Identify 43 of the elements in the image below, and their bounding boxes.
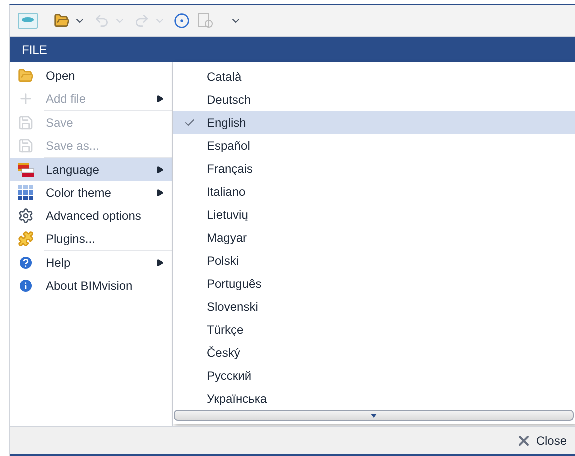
submenu-item[interactable]: Türkçe [173, 318, 575, 341]
save-icon [18, 114, 34, 130]
redo-icon[interactable] [134, 12, 150, 28]
submenu-item[interactable]: Italiano [173, 180, 575, 203]
menu-item[interactable]: Plugins... [10, 227, 172, 250]
submenu-item[interactable]: Português [173, 272, 575, 295]
submenu-item[interactable]: Українська [173, 387, 575, 410]
submenu-item[interactable]: Русский [173, 364, 575, 387]
flag-icon [18, 162, 34, 178]
down-arrow-icon [371, 414, 377, 418]
plus-icon [18, 90, 34, 106]
submenu-item[interactable]: Slovenski [173, 295, 575, 318]
menu-item[interactable]: Language [10, 158, 172, 181]
submenu-item[interactable]: Deutsch [173, 88, 575, 111]
submenu-item[interactable]: Español [173, 134, 575, 157]
app-logo-icon[interactable] [18, 12, 38, 28]
submenu-item[interactable]: Lietuvių [173, 203, 575, 226]
save-icon [18, 138, 34, 154]
undo-icon[interactable] [94, 12, 110, 28]
ruler-icon[interactable] [198, 12, 214, 28]
puzzle-icon [18, 230, 34, 246]
check-icon [184, 116, 196, 128]
menu-item[interactable]: Advanced options [10, 204, 172, 227]
submenu-item[interactable]: Français [173, 157, 575, 180]
submenu-item[interactable]: English [173, 111, 575, 134]
menu-item[interactable]: Color theme [10, 181, 172, 204]
grid-icon [18, 184, 34, 200]
submenu-item[interactable]: Polski [173, 249, 575, 272]
submenu-item[interactable]: Magyar [173, 226, 575, 249]
gear-icon [18, 208, 34, 224]
folder-icon[interactable] [54, 12, 70, 28]
target-icon[interactable] [174, 12, 190, 28]
menu-item[interactable]: About BIMvision [10, 274, 172, 297]
submenu-item[interactable]: Český [173, 341, 575, 364]
menu-item[interactable]: Open [10, 64, 172, 87]
menu-item[interactable]: Help [10, 251, 172, 274]
info-icon [18, 278, 34, 294]
scroll-down-button[interactable] [174, 410, 574, 421]
submenu-item[interactable]: Català [173, 65, 575, 88]
folder-icon [18, 68, 34, 84]
help-icon [18, 254, 34, 270]
close-button[interactable]: Close [516, 432, 567, 450]
file-tab[interactable]: FILE [10, 37, 60, 62]
